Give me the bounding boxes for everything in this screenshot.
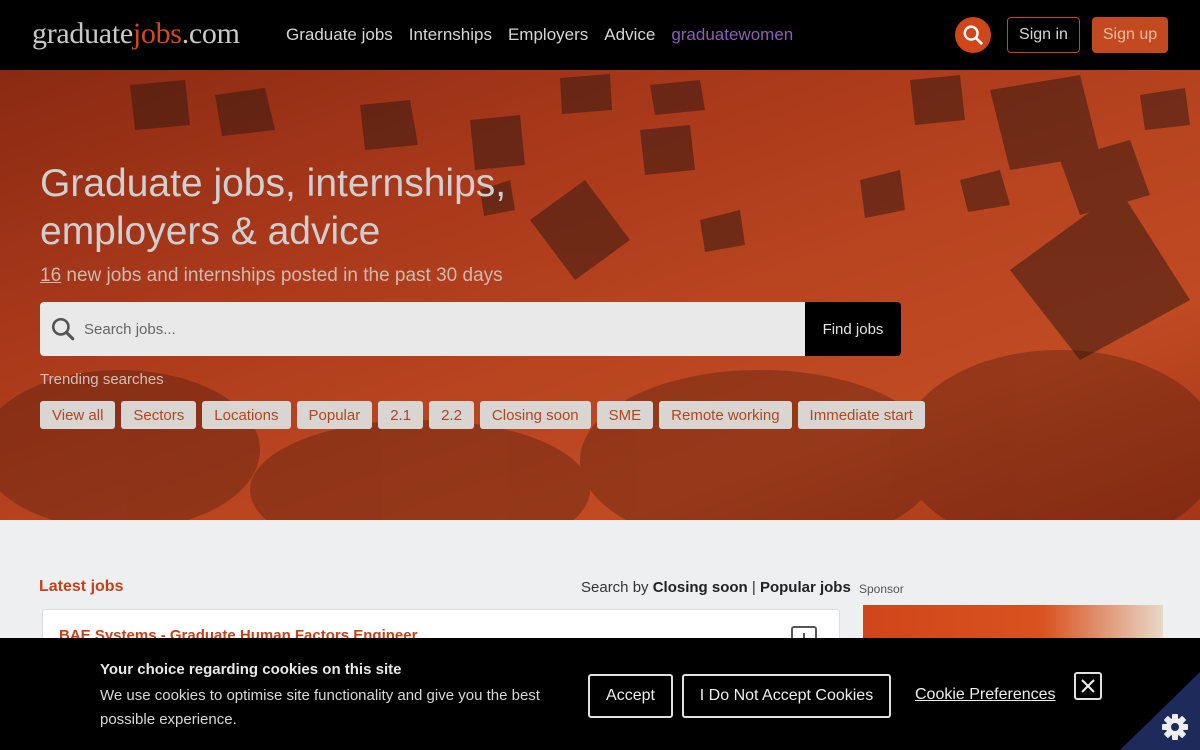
search-icon [963,25,983,45]
chip-remote-working[interactable]: Remote working [659,401,792,429]
nav-graduatewomen[interactable]: graduatewomen [671,23,793,47]
cookie-banner: Your choice regarding cookies on this si… [0,638,1200,750]
nav-internships[interactable]: Internships [409,23,492,47]
gear-icon [1162,714,1188,740]
chip-2-2[interactable]: 2.2 [429,401,474,429]
logo-text-jobs: jobs [132,17,182,50]
chip-locations[interactable]: Locations [202,401,291,429]
closing-soon-link[interactable]: Closing soon [653,579,748,596]
chip-2-1[interactable]: 2.1 [378,401,424,429]
logo-text-com: .com [181,17,240,50]
chip-view-all[interactable]: View all [40,401,116,429]
decline-cookies-button[interactable]: I Do Not Accept Cookies [682,674,891,718]
chip-sme[interactable]: SME [596,401,654,429]
trending-chips: View all Sectors Locations Popular 2.1 2… [40,401,925,429]
logo-text-graduate: graduate [32,17,133,50]
main-nav: Graduate jobs Internships Employers Advi… [286,23,793,47]
cookie-preferences-link[interactable]: Cookie Preferences [915,686,1056,704]
chip-sectors[interactable]: Sectors [121,401,197,429]
trending-searches-label: Trending searches [40,371,164,388]
hero-subtitle-text: new jobs and internships posted in the p… [61,265,503,286]
sign-up-button[interactable]: Sign up [1092,17,1168,53]
nav-advice[interactable]: Advice [604,23,655,47]
latest-jobs-heading: Latest jobs [39,578,124,595]
search-icon [51,317,75,341]
new-jobs-count-link[interactable]: 16 [40,265,61,286]
hero-banner: Graduate jobs, internships, employers & … [0,70,1200,520]
chip-popular[interactable]: Popular [296,401,373,429]
nav-employers[interactable]: Employers [508,23,588,47]
close-icon [1081,679,1095,693]
find-jobs-button[interactable]: Find jobs [805,302,901,356]
site-logo[interactable]: graduatejobs.com [32,16,240,52]
cookie-title: Your choice regarding cookies on this si… [100,661,402,678]
job-search-input[interactable] [84,320,764,338]
search-by-separator: | [747,579,760,596]
cookie-close-button[interactable] [1074,672,1102,700]
sponsor-label: Sponsor [859,582,904,596]
search-by-links: Search by Closing soon | Popular jobs [581,579,851,596]
cookie-settings-button[interactable] [1120,672,1200,750]
cookie-text: We use cookies to optimise site function… [100,687,540,728]
hero-title: Graduate jobs, internships, employers & … [40,162,507,253]
job-search-box [40,302,805,356]
chip-closing-soon[interactable]: Closing soon [479,401,591,429]
sign-in-button[interactable]: Sign in [1007,17,1080,53]
nav-graduate-jobs[interactable]: Graduate jobs [286,23,393,47]
popular-jobs-link[interactable]: Popular jobs [760,579,851,596]
chip-immediate-start[interactable]: Immediate start [797,401,925,429]
search-by-prefix: Search by [581,579,653,596]
site-header: graduatejobs.com Graduate jobs Internshi… [0,0,1200,70]
header-search-button[interactable] [955,17,991,53]
hero-subtitle: 16 new jobs and internships posted in th… [40,265,503,287]
graduation-caps-background [0,74,1200,520]
accept-cookies-button[interactable]: Accept [588,674,673,718]
